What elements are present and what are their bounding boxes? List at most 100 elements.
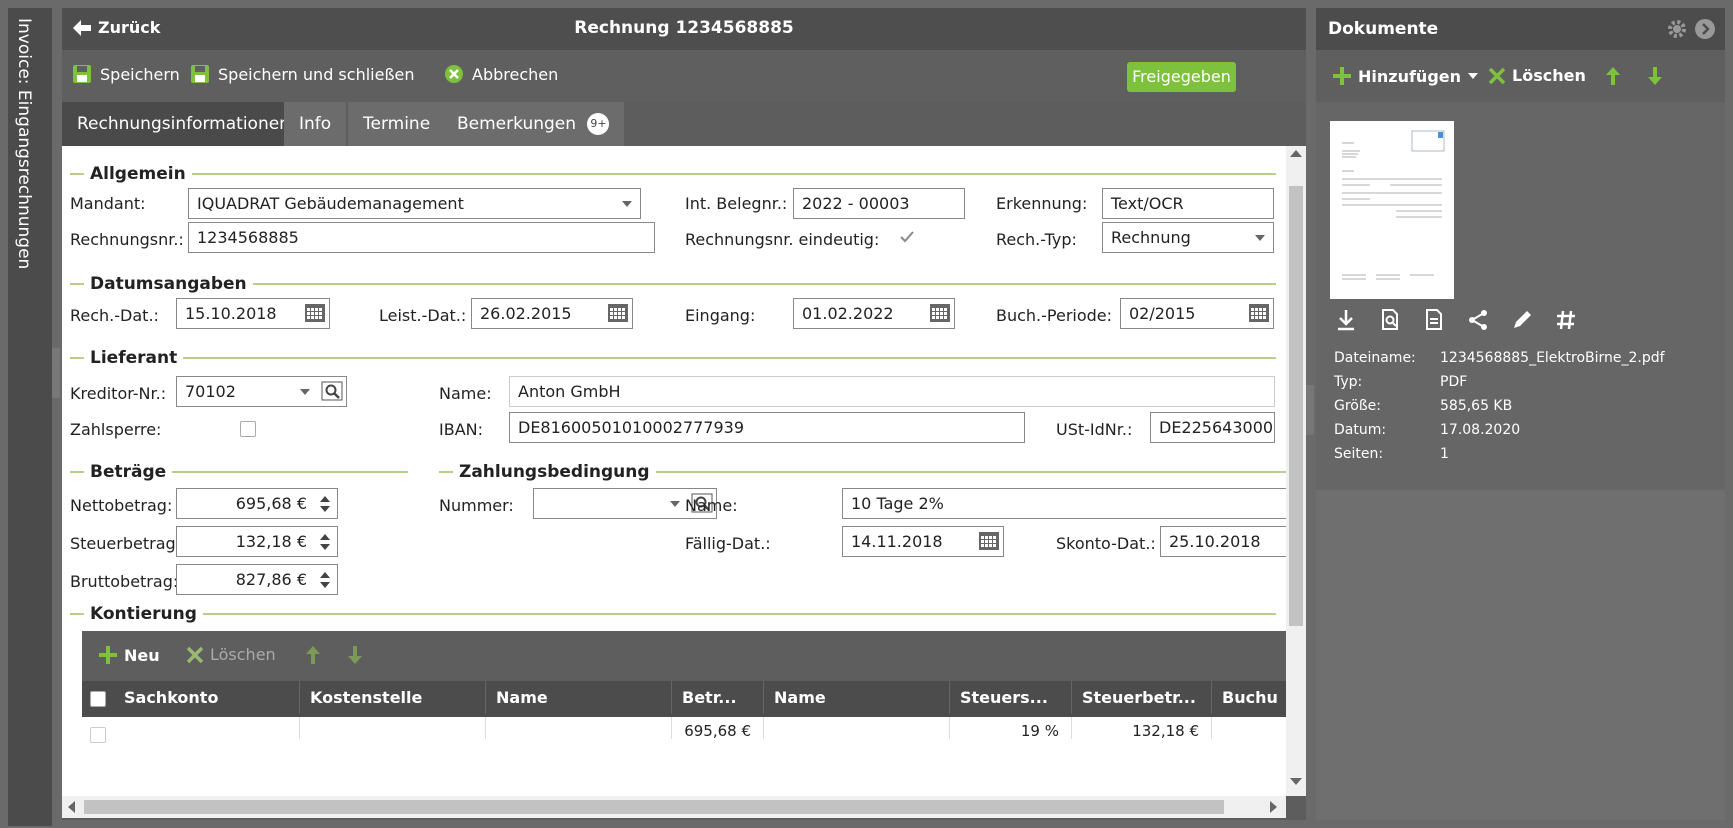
- count-badge: 9+: [587, 113, 610, 135]
- scroll-right-icon[interactable]: [1270, 801, 1277, 813]
- section-allgemein: Allgemein: [70, 164, 1276, 184]
- save-button[interactable]: Speichern: [72, 64, 180, 84]
- col-header[interactable]: Sachkonto: [114, 681, 300, 714]
- meta-value: PDF: [1440, 374, 1468, 390]
- ust-label: USt-IdNr.:: [1056, 420, 1133, 439]
- supplier-name-field[interactable]: Anton GmbH: [509, 376, 1275, 407]
- erkennung-field[interactable]: Text/OCR: [1102, 188, 1274, 219]
- payment-name-select[interactable]: 10 Tage 2%: [842, 488, 1306, 519]
- steuer-field[interactable]: 132,18 €: [176, 526, 338, 557]
- eindeutig-checkbox[interactable]: [898, 228, 916, 246]
- delete-document-button[interactable]: Löschen: [1488, 66, 1586, 85]
- scroll-down-icon[interactable]: [1290, 778, 1302, 785]
- hscroll-thumb[interactable]: [84, 800, 1224, 814]
- collapse-handle-right[interactable]: [1306, 385, 1314, 435]
- periode-field[interactable]: 02/2015: [1120, 298, 1274, 329]
- rech-dat-field[interactable]: 15.10.2018: [176, 298, 330, 329]
- hash-icon[interactable]: [1554, 308, 1578, 332]
- tab-termine[interactable]: Termine: [348, 102, 446, 146]
- vertical-scrollbar[interactable]: [1286, 146, 1306, 796]
- leist-dat-field[interactable]: 26.02.2015: [471, 298, 633, 329]
- calendar-icon[interactable]: [305, 304, 325, 322]
- calendar-icon[interactable]: [608, 304, 628, 322]
- tab-info[interactable]: Info: [284, 102, 347, 146]
- scroll-left-icon[interactable]: [68, 801, 75, 813]
- grid-delete-button[interactable]: Löschen: [186, 645, 276, 664]
- col-header[interactable]: Kostenstelle: [300, 681, 486, 714]
- arrow-up-icon[interactable]: [1604, 66, 1622, 86]
- netto-field[interactable]: 695,68 €: [176, 488, 338, 519]
- col-header[interactable]: Name: [764, 681, 950, 714]
- document-icon[interactable]: [1422, 308, 1446, 332]
- select-all-checkbox[interactable]: [90, 691, 106, 707]
- spinner-icon[interactable]: [319, 532, 331, 552]
- typ-value: Rechnung: [1111, 228, 1191, 247]
- section-lieferant: Lieferant: [70, 348, 1276, 368]
- arrow-up-icon[interactable]: [304, 645, 322, 665]
- calendar-icon[interactable]: [1249, 304, 1269, 322]
- save-close-button[interactable]: Speichern und schließen: [190, 64, 415, 84]
- save-icon: [73, 65, 91, 83]
- zahlsperre-checkbox[interactable]: [240, 421, 256, 437]
- share-icon[interactable]: [1466, 308, 1490, 332]
- col-header[interactable]: Name: [486, 681, 672, 714]
- spinner-icon[interactable]: [319, 570, 331, 590]
- row-checkbox[interactable]: [90, 727, 106, 743]
- cell-steuersatz: 19 %: [950, 717, 1072, 739]
- typ-select[interactable]: Rechnung: [1102, 222, 1274, 253]
- meta-value: 1234568885_ElektroBirne_2.pdf: [1440, 350, 1665, 366]
- grid-new-button[interactable]: Neu: [98, 645, 160, 665]
- mandant-value: IQUADRAT Gebäudemanagement: [197, 194, 464, 213]
- brutto-label: Bruttobetrag:: [70, 572, 179, 591]
- side-tab-invoices[interactable]: Invoice: Eingangsrechnungen: [8, 8, 52, 826]
- scroll-thumb[interactable]: [1289, 186, 1303, 626]
- lookup-search-icon[interactable]: [321, 381, 343, 401]
- chevron-right-icon[interactable]: [1694, 18, 1716, 40]
- cancel-button[interactable]: Abbrechen: [444, 64, 558, 84]
- spinner-icon[interactable]: [319, 494, 331, 514]
- eingang-field[interactable]: 01.02.2022: [793, 298, 955, 329]
- mandant-select[interactable]: IQUADRAT Gebäudemanagement: [188, 188, 641, 219]
- tab-bemerkungen[interactable]: Bemerkungen 9+: [442, 102, 625, 146]
- eingang-label: Eingang:: [685, 306, 756, 325]
- document-thumbnail[interactable]: [1330, 121, 1454, 299]
- page-title: Rechnung 1234568885: [574, 18, 794, 38]
- add-document-button[interactable]: Hinzufügen: [1332, 66, 1479, 86]
- ust-field[interactable]: DE225643000: [1150, 412, 1275, 443]
- supplier-name-label: Name:: [439, 384, 492, 403]
- col-header[interactable]: Steuerbetr...: [1072, 681, 1212, 714]
- arrow-down-icon[interactable]: [346, 645, 364, 665]
- section-title: Datumsangaben: [90, 274, 247, 294]
- faellig-field[interactable]: 14.11.2018: [842, 526, 1004, 557]
- gear-icon[interactable]: [1666, 18, 1688, 40]
- preview-icon[interactable]: [1378, 308, 1402, 332]
- meta-label: Seiten:: [1334, 446, 1384, 462]
- save-label: Speichern: [100, 64, 180, 84]
- section-datumsangaben: Datumsangaben: [70, 274, 1276, 294]
- col-header[interactable]: Betr...: [672, 681, 764, 714]
- calendar-icon[interactable]: [930, 304, 950, 322]
- horizontal-scrollbar[interactable]: [62, 796, 1286, 818]
- save-close-icon: [191, 65, 209, 83]
- tab-rechnungsinformationen[interactable]: Rechnungsinformationen: [62, 102, 305, 146]
- collapse-handle-left[interactable]: [52, 348, 60, 398]
- edit-pencil-icon[interactable]: [1510, 308, 1534, 332]
- table-row[interactable]: 695,68 € 19 % 132,18 €: [82, 717, 1306, 743]
- brutto-field[interactable]: 827,86 €: [176, 564, 338, 595]
- faellig-label: Fällig-Dat.:: [685, 534, 771, 553]
- belegnr-field[interactable]: 2022 - 00003: [793, 188, 965, 219]
- tab-label: Rechnungsinformationen: [77, 114, 290, 134]
- calendar-icon[interactable]: [979, 532, 999, 550]
- delete-document-label: Löschen: [1512, 66, 1586, 85]
- rechnr-field[interactable]: 1234568885: [188, 222, 655, 253]
- iban-field[interactable]: DE81600501010002777939: [509, 412, 1025, 443]
- side-tab-label: Invoice: Eingangsrechnungen: [14, 18, 34, 270]
- section-kontierung: Kontierung: [70, 604, 1276, 624]
- skonto-field[interactable]: 25.10.2018: [1160, 526, 1306, 557]
- download-icon[interactable]: [1334, 308, 1358, 332]
- arrow-down-icon[interactable]: [1646, 66, 1664, 86]
- col-header[interactable]: Steuers...: [950, 681, 1072, 714]
- kreditor-select[interactable]: 70102: [176, 376, 347, 407]
- scroll-up-icon[interactable]: [1290, 150, 1302, 157]
- document-details: Dateiname: 1234568885_ElektroBirne_2.pdf…: [1316, 102, 1725, 490]
